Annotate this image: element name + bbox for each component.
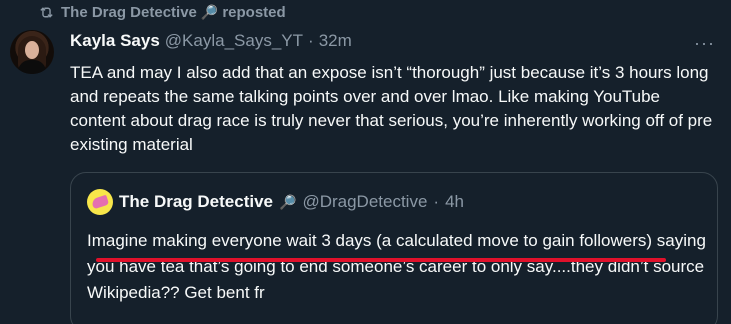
tweet-header: Kayla Says @Kayla_Says_YT · 32m (70, 31, 352, 51)
quoted-tweet-header: The Drag Detective 🔎 @DragDetective · 4h (87, 189, 464, 215)
more-options-icon[interactable]: ··· (694, 33, 715, 54)
red-underline-annotation (96, 258, 666, 262)
tweet-text: TEA and may I also add that an expose is… (70, 63, 713, 154)
quoted-author-name[interactable]: The Drag Detective (119, 192, 273, 212)
repost-icon (40, 7, 53, 18)
tweet[interactable]: The Drag Detective 🔎 reposted Kayla Says… (0, 0, 731, 324)
avatar[interactable] (10, 30, 54, 74)
author-name[interactable]: Kayla Says (70, 31, 160, 51)
quoted-timestamp[interactable]: 4h (445, 192, 464, 212)
separator-dot: · (308, 31, 314, 50)
magnifier-icon: 🔎 (200, 4, 219, 20)
quoted-author-handle[interactable]: @DragDetective (302, 192, 427, 212)
separator-dot: · (433, 192, 440, 211)
quoted-avatar[interactable] (87, 189, 113, 215)
high-heel-icon (90, 194, 110, 210)
quoted-tweet[interactable]: The Drag Detective 🔎 @DragDetective · 4h… (70, 172, 718, 324)
quoted-tweet-text: Imagine making everyone wait 3 days (a c… (87, 231, 706, 302)
magnifier-icon: 🔎 (279, 193, 297, 210)
timestamp[interactable]: 32m (319, 31, 352, 51)
reposter-name[interactable]: The Drag Detective (61, 4, 197, 21)
repost-suffix: reposted (222, 4, 286, 21)
repost-indicator[interactable]: The Drag Detective 🔎 reposted (38, 4, 286, 21)
author-handle[interactable]: @Kayla_Says_YT (165, 31, 303, 51)
